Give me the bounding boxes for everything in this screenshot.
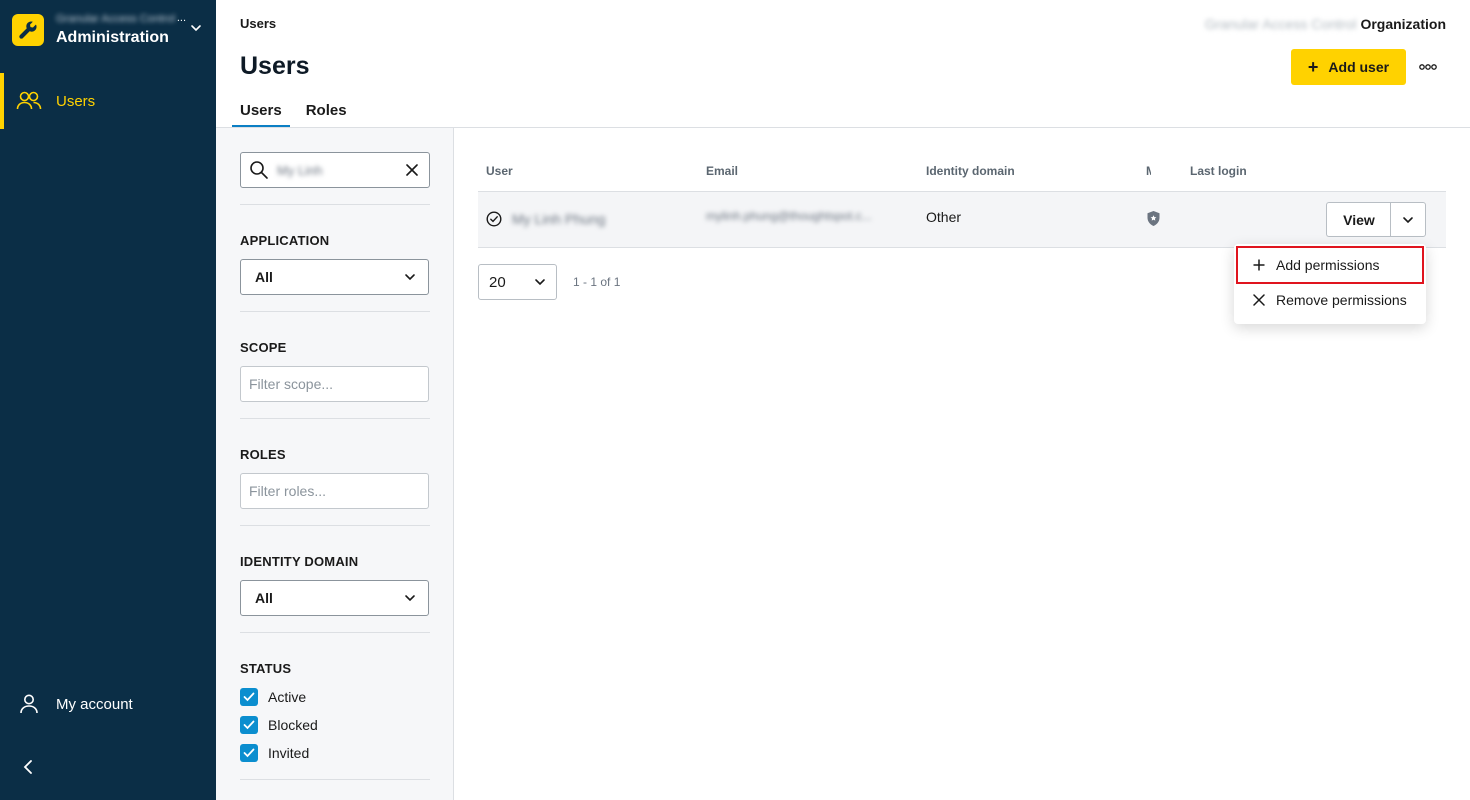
column-header-user[interactable]: User (486, 164, 513, 178)
status-checkbox-blocked[interactable]: Blocked (240, 715, 318, 735)
app-switcher[interactable]: Granular Access Control Administration .… (12, 12, 208, 48)
row-actions-menu: Add permissions Remove permissions (1234, 244, 1426, 324)
chevron-down-icon (535, 279, 545, 286)
user-email: mylinh.phung@thoughtspot.c... (706, 209, 872, 223)
tab-roles[interactable]: Roles (298, 92, 355, 128)
roles-filter-label: ROLES (240, 447, 286, 462)
pagination-range: 1 - 1 of 1 (573, 275, 621, 289)
column-header-mfa[interactable]: M (1146, 164, 1151, 178)
status-filter-label: STATUS (240, 661, 292, 676)
wrench-icon (12, 14, 44, 46)
user-name[interactable]: My Linh Phung (512, 211, 605, 227)
column-header-identity-domain[interactable]: Identity domain (926, 164, 1015, 178)
row-actions-toggle[interactable] (1390, 202, 1426, 237)
more-options-icon[interactable] (1414, 58, 1442, 76)
identity-domain-filter-label: IDENTITY DOMAIN (240, 554, 359, 569)
scope-filter-label: SCOPE (240, 340, 287, 355)
chevron-down-icon (1403, 216, 1413, 223)
sidebar-item-label: Users (56, 92, 96, 110)
menu-item-label: Remove permissions (1276, 292, 1407, 308)
menu-item-label: Add permissions (1276, 257, 1380, 273)
shield-icon (1146, 210, 1161, 230)
chevron-left-icon (23, 760, 32, 774)
search-input[interactable]: My Linh (240, 152, 430, 188)
org-context-name: Granular Access Control (1204, 16, 1357, 32)
org-context[interactable]: Granular Access Control Organization (1205, 16, 1446, 32)
sidebar-item-label: My account (56, 695, 133, 713)
add-user-label: Add user (1328, 59, 1390, 75)
menu-item-remove-permissions[interactable]: Remove permissions (1236, 281, 1424, 319)
scope-filter-input[interactable] (240, 366, 429, 402)
filter-divider (240, 311, 430, 312)
table-row[interactable]: My Linh Phung mylinh.phung@thoughtspot.c… (478, 192, 1446, 248)
collapse-sidebar-button[interactable] (16, 754, 40, 780)
add-user-button[interactable]: + Add user (1291, 49, 1406, 85)
filter-panel: My Linh APPLICATION All SCOPE ROLES IDEN… (216, 128, 454, 800)
status-option-label: Blocked (268, 717, 318, 733)
filter-divider (240, 525, 430, 526)
status-option-label: Invited (268, 745, 310, 761)
sidebar-item-users[interactable]: Users (0, 73, 216, 129)
view-user-button[interactable]: View (1326, 202, 1391, 237)
plus-icon (1252, 258, 1266, 272)
close-icon[interactable] (403, 161, 421, 179)
column-header-email[interactable]: Email (706, 164, 738, 178)
page-size-select[interactable]: 20 (478, 264, 557, 300)
breadcrumb[interactable]: Users (240, 16, 276, 31)
checkbox-checked-icon (240, 716, 258, 734)
close-icon (1252, 293, 1266, 307)
page-size-value: 20 (489, 273, 506, 291)
application-select[interactable]: All (240, 259, 429, 295)
org-context-label: Organization (1360, 16, 1446, 32)
status-checkbox-active[interactable]: Active (240, 687, 306, 707)
application-filter-label: APPLICATION (240, 233, 330, 248)
org-name: Granular Access Control (56, 13, 176, 25)
org-overflow: ... (176, 12, 186, 24)
chevron-down-icon (188, 20, 204, 36)
application-select-value: All (255, 269, 273, 285)
menu-item-add-permissions[interactable]: Add permissions (1236, 246, 1424, 284)
users-icon (16, 88, 42, 114)
search-icon (249, 160, 269, 180)
status-option-label: Active (268, 689, 307, 705)
filter-divider (240, 204, 430, 205)
app-title: Administration (56, 29, 169, 46)
tab-users[interactable]: Users (232, 92, 290, 128)
sidebar: Granular Access Control Administration .… (0, 0, 216, 800)
sidebar-item-my-account[interactable]: My account (0, 676, 216, 732)
filter-divider (240, 632, 430, 633)
chevron-down-icon (405, 595, 415, 602)
filter-divider (240, 418, 430, 419)
search-value: My Linh (277, 162, 323, 178)
status-checkbox-invited[interactable]: Invited (240, 743, 309, 763)
user-icon (16, 691, 42, 717)
identity-domain-select-value: All (255, 590, 273, 606)
identity-domain-select[interactable]: All (240, 580, 429, 616)
user-identity-domain: Other (926, 209, 962, 225)
filter-divider (240, 779, 430, 780)
active-status-icon (486, 211, 502, 230)
page-title: Users (240, 52, 310, 80)
chevron-down-icon (405, 274, 415, 281)
column-header-last-login[interactable]: Last login (1190, 164, 1247, 178)
table-header: User Email Identity domain M Last login (478, 152, 1446, 192)
checkbox-checked-icon (240, 688, 258, 706)
plus-icon: + (1307, 57, 1319, 77)
checkbox-checked-icon (240, 744, 258, 762)
roles-filter-input[interactable] (240, 473, 429, 509)
tabs: Users Roles (232, 92, 363, 128)
